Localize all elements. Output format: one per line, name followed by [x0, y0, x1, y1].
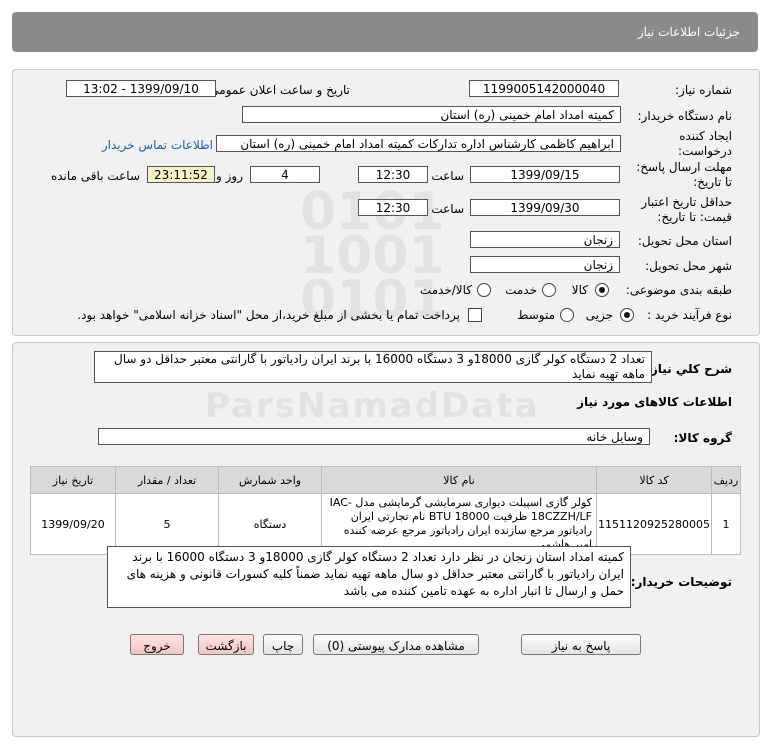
announce-label: تاریخ و ساعت اعلان عمومی: — [205, 83, 350, 97]
back-button[interactable]: بازگشت — [198, 634, 254, 655]
exit-button[interactable]: خروج — [130, 634, 184, 655]
category-goods-service-label: کالا/خدمت — [419, 283, 472, 297]
col-qty: تعداد / مقدار — [115, 466, 220, 494]
announce-field: 1399/09/10 - 13:02 — [66, 80, 216, 97]
remaining-time-field: 23:11:52 — [147, 166, 215, 183]
goods-table-header: ردیف کد کالا نام کالا واحد شمارش تعداد /… — [29, 466, 741, 494]
col-name: نام کالا — [321, 466, 598, 494]
buyer-org-field: کمیته امداد امام خمینی (ره) استان — [242, 106, 621, 123]
process-radio-medium[interactable] — [560, 308, 574, 322]
province-label: استان محل تحویل: — [637, 234, 732, 248]
summary-label: شرح کلي نياز: — [646, 362, 732, 376]
summary-field: تعداد 2 دستگاه کولر گازی 18000و 3 دستگاه… — [94, 351, 652, 383]
city-label: شهر محل تحویل: — [645, 259, 732, 273]
validity-time-label: ساعت — [431, 202, 464, 216]
treasury-payment-checkbox[interactable] — [468, 308, 482, 322]
creator-label: ایجاد کننده درخواست: — [678, 129, 732, 158]
page-title: جزئیات اطلاعات نیاز — [637, 25, 740, 39]
category-label: طبقه بندی موضوعی: — [625, 283, 732, 297]
buyer-notes-label: توضیحات خریدار: — [630, 575, 732, 589]
buyer-org-label: نام دستگاه خریدار: — [637, 109, 733, 123]
goods-group-label: گروه کالا: — [673, 431, 732, 445]
goods-table: ردیف کد کالا نام کالا واحد شمارش تعداد /… — [29, 466, 741, 555]
process-minor-label: جزیی — [585, 308, 613, 322]
cell-date: 1399/09/20 — [29, 493, 117, 555]
province-field: زنجان — [470, 231, 620, 248]
validity-date-field: 1399/09/30 — [470, 199, 620, 216]
need-number-label: شماره نیاز: — [675, 83, 732, 97]
need-number-field: 1199005142000040 — [469, 80, 619, 97]
print-button[interactable]: چاپ — [263, 634, 303, 655]
category-radio-goods-service[interactable] — [477, 283, 491, 297]
days-label: روز و — [216, 169, 243, 183]
contact-buyer-link[interactable]: اطلاعات تماس خریدار — [102, 138, 213, 152]
page-title-bar: جزئیات اطلاعات نیاز — [12, 12, 758, 52]
validity-time-field: 12:30 — [358, 199, 428, 216]
process-medium-label: متوسط — [517, 308, 555, 322]
reply-deadline-label: مهلت ارسال پاسخ: تا تاریخ: — [636, 160, 732, 189]
col-row: ردیف — [711, 466, 741, 494]
creator-field: ابراهیم کاظمی کارشناس اداره تدارکات کمیت… — [216, 135, 621, 152]
reply-date-field: 1399/09/15 — [470, 166, 620, 183]
reply-time-field: 12:30 — [358, 166, 428, 183]
treasury-payment-note: پرداخت تمام یا بخشی از مبلغ خرید،از محل … — [77, 308, 460, 322]
remaining-label: ساعت باقی مانده — [50, 169, 140, 183]
validity-label: حداقل تاریخ اعتبار قیمت: تا تاریخ: — [641, 195, 732, 224]
col-date: تاریخ نیاز — [29, 466, 117, 494]
category-radio-goods[interactable] — [595, 283, 609, 297]
reply-button[interactable]: پاسخ به نیاز — [521, 634, 641, 655]
process-label: نوع فرآیند خرید : — [647, 308, 732, 322]
goods-group-field: وسایل خانه — [98, 428, 650, 445]
goods-info-title: اطلاعات کالاهای مورد نیاز — [577, 395, 732, 409]
col-unit: واحد شمارش — [218, 466, 323, 494]
reply-time-label: ساعت — [431, 169, 464, 183]
buyer-notes-field: کمیته امداد استان زنجان در نظر دارد تعدا… — [107, 546, 631, 608]
cell-row: 1 — [711, 493, 741, 555]
category-service-label: خدمت — [505, 283, 537, 297]
col-code: کد کالا — [596, 466, 712, 494]
category-radio-service[interactable] — [542, 283, 556, 297]
attachments-button[interactable]: مشاهده مدارک پیوستی (0) — [313, 634, 479, 655]
category-goods-label: کالا — [571, 283, 588, 297]
days-field: 4 — [250, 166, 320, 183]
city-field: زنجان — [470, 256, 620, 273]
process-radio-minor[interactable] — [620, 308, 634, 322]
